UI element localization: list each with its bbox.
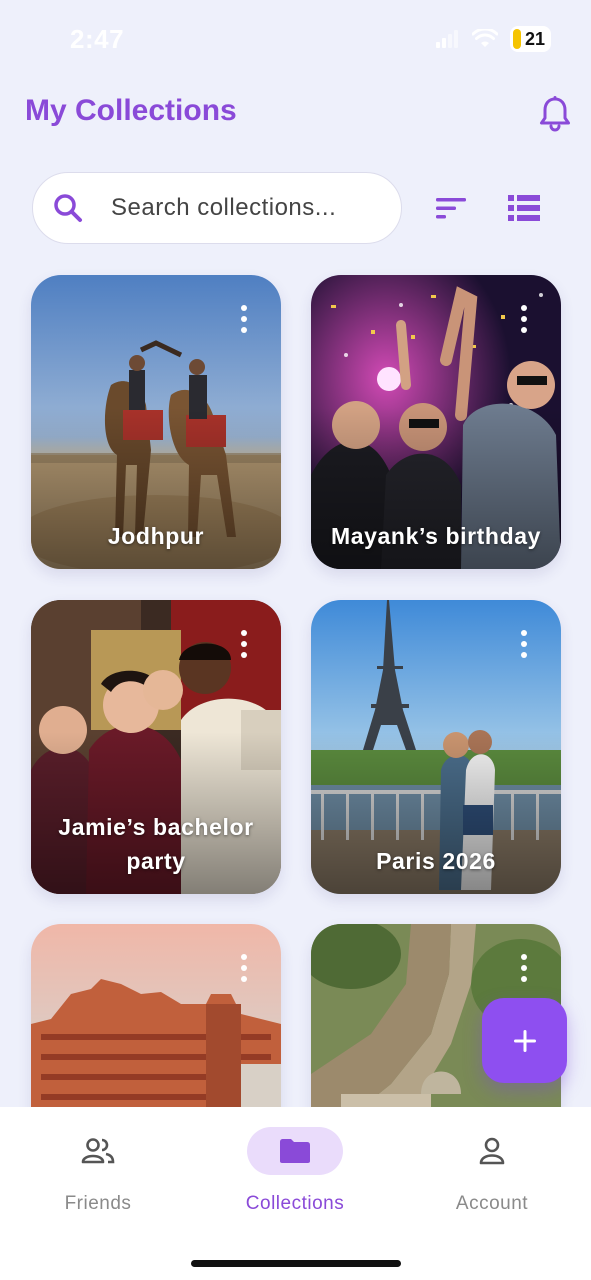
more-vertical-icon[interactable] <box>237 305 251 333</box>
page-title: My Collections <box>25 94 237 127</box>
collection-card-jodhpur[interactable]: Jodhpur <box>31 275 281 569</box>
nav-item-collections[interactable]: Collections <box>205 1127 385 1215</box>
search-input[interactable] <box>111 194 401 222</box>
plus-icon <box>513 1029 536 1052</box>
nav-icon-container-active <box>247 1127 343 1175</box>
more-vertical-icon[interactable] <box>237 630 251 658</box>
person-icon <box>479 1137 505 1165</box>
search-icon <box>54 194 82 222</box>
status-time: 2:47 <box>70 24 125 54</box>
more-vertical-icon[interactable] <box>517 630 531 658</box>
signal-icon <box>435 30 458 48</box>
nav-label-collections: Collections <box>245 1193 345 1214</box>
list-view-icon[interactable] <box>508 194 540 222</box>
add-collection-button[interactable] <box>482 998 567 1083</box>
folder-icon <box>280 1139 310 1163</box>
nav-icon-container <box>50 1127 146 1175</box>
search-bar[interactable] <box>32 172 402 244</box>
battery-percent: 21 <box>524 28 545 49</box>
nav-icon-container <box>444 1127 540 1175</box>
bottom-navigation: Friends Collections Account <box>0 1107 591 1280</box>
collection-title: Paris 2026 <box>376 848 496 874</box>
status-bar: 2:47 21 <box>0 0 591 80</box>
status-icons: 21 <box>435 26 551 52</box>
collection-card-paris-2026[interactable]: Paris 2026 <box>311 600 561 894</box>
home-indicator <box>191 1260 401 1267</box>
wifi-icon <box>471 29 498 47</box>
battery-level <box>512 29 521 49</box>
nav-item-friends[interactable]: Friends <box>8 1127 188 1215</box>
more-vertical-icon[interactable] <box>517 305 531 333</box>
sort-icon[interactable] <box>436 196 466 220</box>
collection-card-mayanks-birthday[interactable]: Mayank’s birthday <box>311 275 561 569</box>
more-vertical-icon[interactable] <box>237 954 251 982</box>
battery-icon: 21 <box>509 26 551 52</box>
collection-card-5[interactable] <box>31 924 281 1124</box>
collection-title: Mayank’s birthday <box>330 523 542 549</box>
screen: 2:47 21 My Collections Search collection… <box>0 0 591 1280</box>
people-icon <box>81 1138 115 1164</box>
nav-label-friends: Friends <box>64 1193 132 1214</box>
collection-title: Jamie’s bachelor party <box>58 814 254 874</box>
bell-icon[interactable] <box>538 96 572 132</box>
nav-item-account[interactable]: Account <box>402 1127 582 1215</box>
nav-label-account: Account <box>455 1193 529 1214</box>
collection-title: Jodhpur <box>107 523 205 549</box>
collection-card-jamies-bachelor-party[interactable]: Jamie’s bachelor party <box>31 600 281 894</box>
more-vertical-icon[interactable] <box>517 954 531 982</box>
